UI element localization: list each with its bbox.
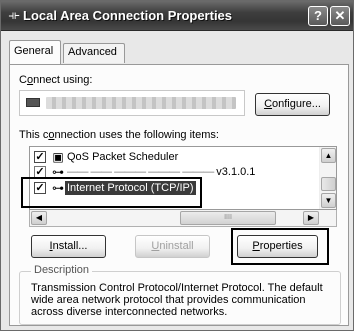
item-label: QoS Packet Scheduler — [67, 151, 179, 163]
scheduler-icon: ▣ — [52, 150, 64, 164]
label-part: This c — [19, 129, 49, 141]
close-button[interactable]: ✕ — [330, 6, 350, 26]
scroll-right-icon[interactable]: ▶ — [303, 211, 319, 225]
help-button[interactable]: ? — [308, 6, 328, 26]
network-connection-icon: ⟛ — [8, 8, 20, 22]
button-text: roperties — [259, 240, 303, 252]
adapter-field — [19, 90, 245, 116]
network-adapter-icon — [26, 98, 40, 107]
button-accelerator: P — [252, 240, 260, 252]
horizontal-scrollbar[interactable]: ◀ IIII ▶ — [29, 210, 337, 227]
components-list[interactable]: ✓ ▣ QoS Packet Scheduler ✓ ⊶ —— —— ——— —… — [29, 146, 337, 210]
item-checkbox[interactable]: ✓ — [34, 182, 46, 194]
properties-button[interactable]: Properties — [237, 235, 318, 258]
scroll-down-icon[interactable]: ▼ — [321, 193, 336, 208]
button-text: nstall... — [52, 240, 88, 252]
tab-general[interactable]: General — [9, 40, 61, 64]
item-label-version: v3.1.0.1 — [216, 166, 256, 178]
configure-button[interactable]: Configure... — [255, 93, 330, 116]
protocol-icon: ⊶ — [52, 165, 64, 179]
label-part: nnect using: — [33, 74, 93, 86]
item-label: —— —— ——— ——— ——— v3.1.0.1 — [67, 166, 256, 178]
item-checkbox[interactable]: ✓ — [34, 166, 46, 178]
label-part: nnection uses the following items: — [54, 129, 219, 141]
list-item-selected[interactable]: ✓ ⊶ Internet Protocol (TCP/IP) — [34, 180, 316, 196]
label-part: C — [19, 74, 27, 86]
list-item[interactable]: ✓ ⊶ —— —— ——— ——— ——— v3.1.0.1 — [34, 164, 316, 180]
button-text: ninstall — [159, 240, 194, 252]
scroll-left-icon[interactable]: ◀ — [31, 211, 47, 225]
description-legend: Description — [31, 264, 93, 276]
connect-using-label: Connect using: — [19, 74, 92, 86]
protocol-icon: ⊶ — [52, 181, 64, 195]
tab-advanced[interactable]: Advanced — [63, 43, 125, 63]
description-text: Transmission Control Protocol/Internet P… — [31, 282, 323, 318]
scroll-up-icon[interactable]: ▲ — [321, 148, 336, 163]
button-accelerator: C — [264, 98, 273, 110]
uninstall-button[interactable]: Uninstall — [135, 235, 210, 258]
properties-dialog: ⟛ Local Area Connection Properties ? ✕ G… — [0, 0, 354, 331]
window-title: Local Area Connection Properties — [23, 8, 233, 23]
list-item[interactable]: ✓ ▣ QoS Packet Scheduler — [34, 149, 316, 165]
scroll-thumb-horizontal[interactable]: IIII — [180, 211, 276, 225]
item-checkbox[interactable]: ✓ — [34, 151, 46, 163]
items-label: This connection uses the following items… — [19, 129, 219, 141]
install-button[interactable]: Install... — [31, 235, 106, 258]
scroll-thumb[interactable] — [321, 177, 336, 191]
button-text: onfigure... — [272, 98, 321, 110]
adapter-name — [46, 97, 236, 109]
item-label: Internet Protocol (TCP/IP) — [65, 181, 196, 195]
vertical-scrollbar[interactable]: ▲ ▼ — [319, 147, 336, 209]
title-bar[interactable]: ⟛ Local Area Connection Properties ? ✕ — [1, 1, 353, 31]
